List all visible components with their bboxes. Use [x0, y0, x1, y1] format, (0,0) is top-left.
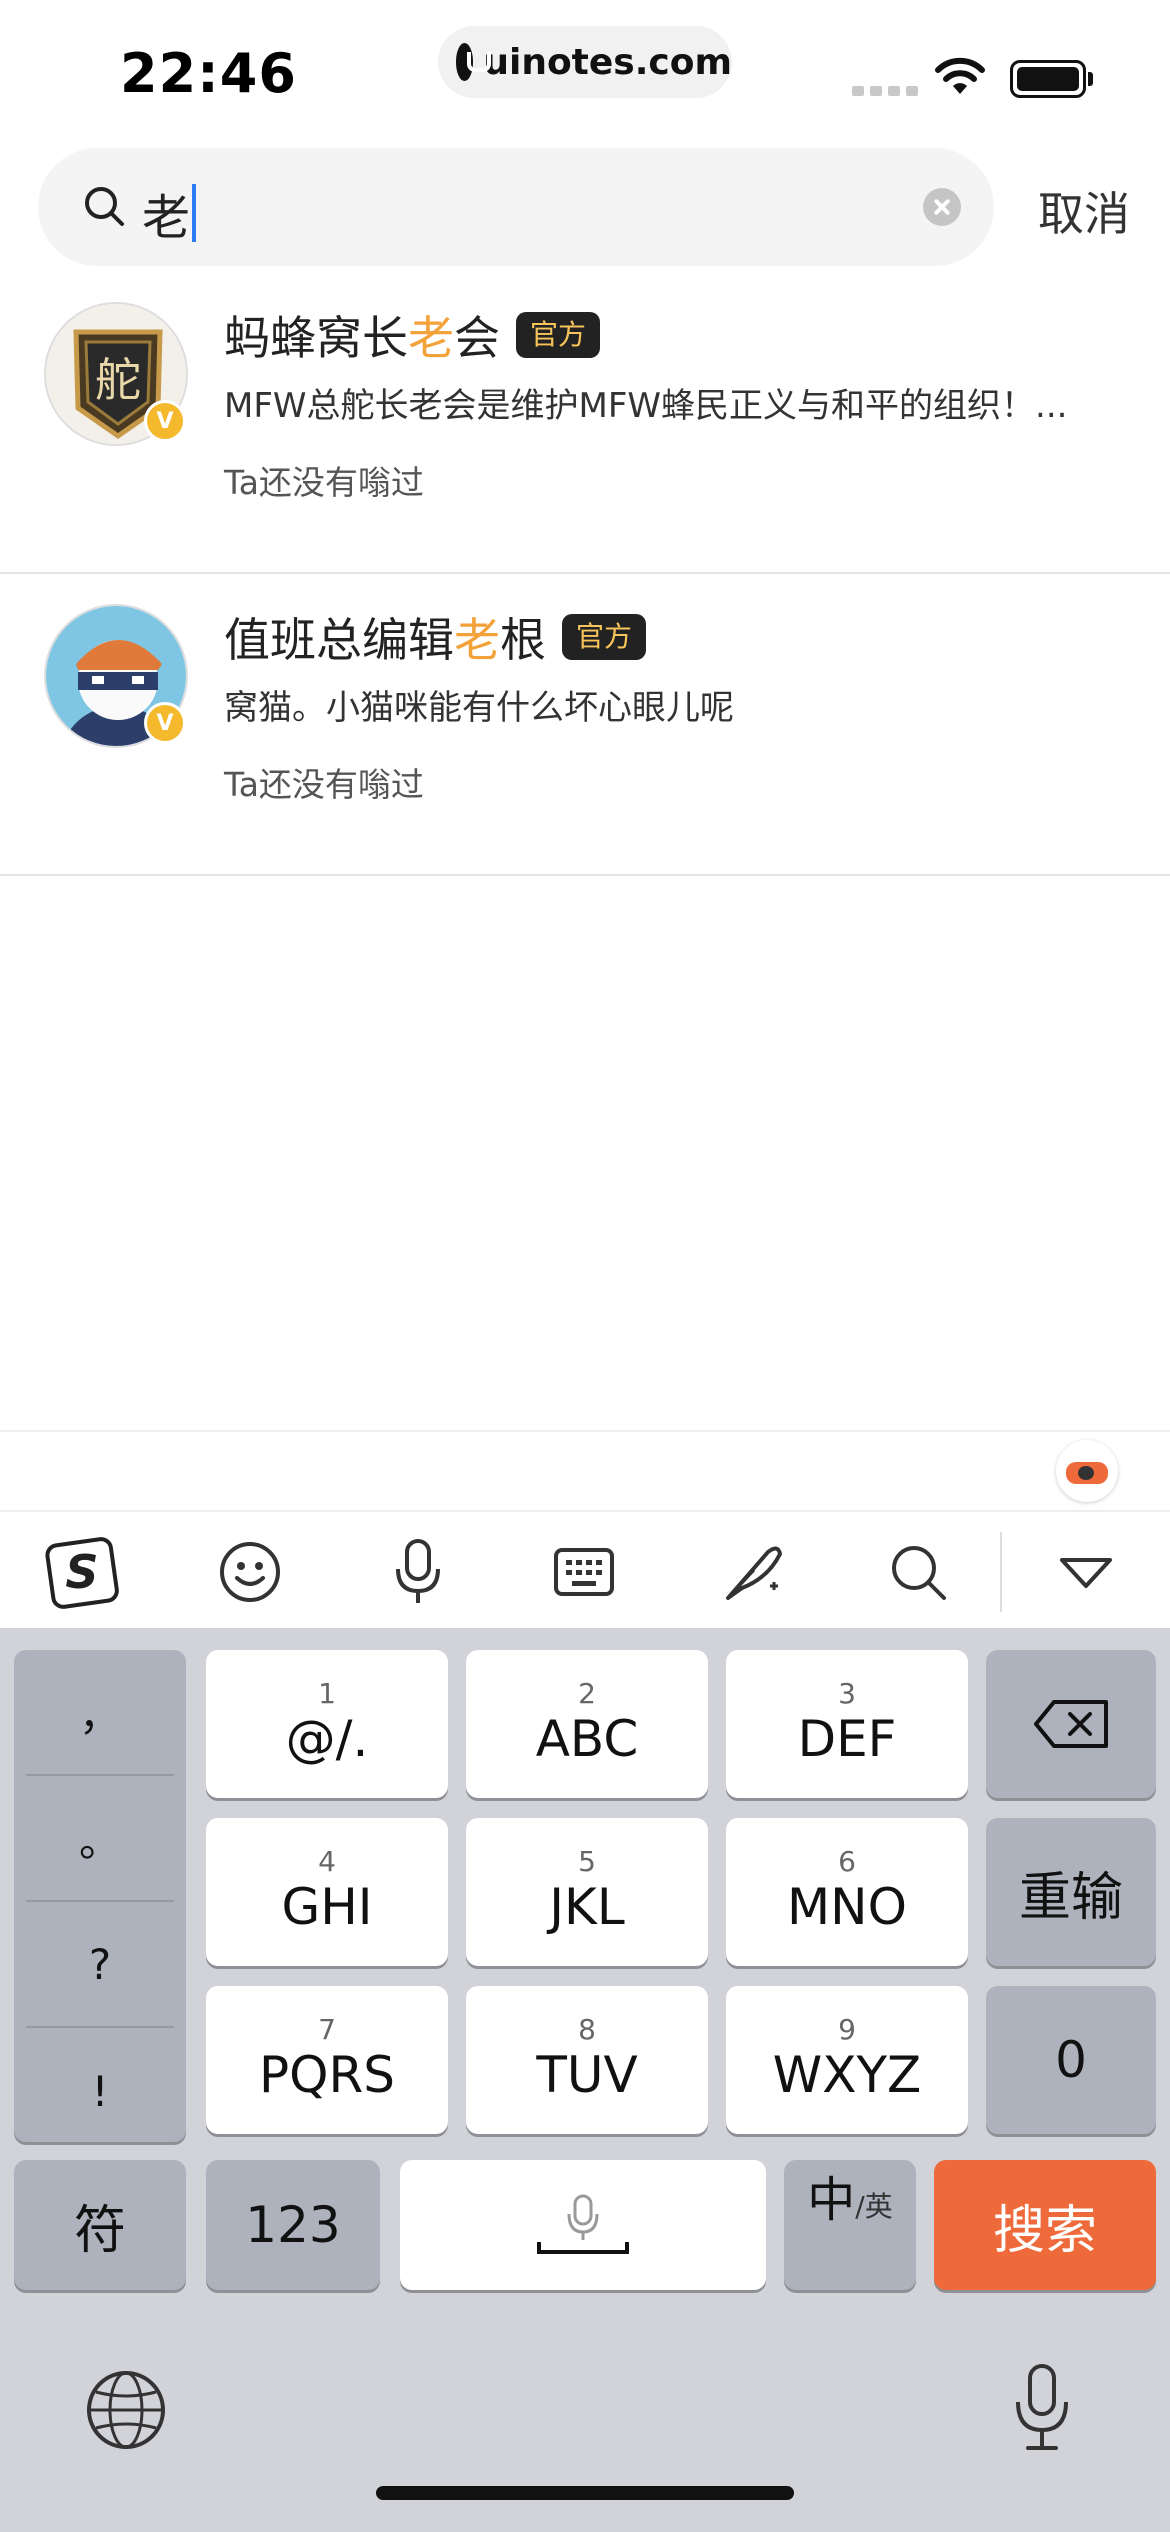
result-description: 窝猫。小猫咪能有什么坏心眼儿呢 — [224, 688, 734, 728]
avatar[interactable]: V — [44, 604, 188, 748]
key-1[interactable]: 1 @/. — [206, 1650, 448, 1798]
wifi-icon — [935, 57, 985, 94]
numeric-key[interactable]: 123 — [206, 2160, 380, 2290]
title-text: 值班总编辑 — [224, 613, 454, 667]
title-text-end: 根 — [500, 613, 546, 667]
cancel-button[interactable]: 取消 — [1038, 178, 1130, 244]
globe-icon[interactable] — [84, 2368, 168, 2456]
title-highlight: 老 — [454, 613, 500, 667]
search-icon[interactable] — [878, 1532, 958, 1612]
clock: 22:46 — [120, 42, 297, 105]
title-text: 蚂蜂窝长 — [224, 311, 408, 365]
search-submit-key[interactable]: 搜索 — [934, 2160, 1156, 2290]
collapse-keyboard-icon[interactable] — [1046, 1532, 1126, 1612]
key-5[interactable]: 5 JKL — [466, 1818, 708, 1966]
key-2[interactable]: 2 ABC — [466, 1650, 708, 1798]
search-query-text: 老 — [142, 190, 191, 246]
key-9[interactable]: 9 WXYZ — [726, 1986, 968, 2134]
clear-icon[interactable] — [923, 188, 961, 226]
sogou-logo-icon[interactable]: S — [42, 1532, 122, 1612]
result-item-1[interactable]: 舵 V 蚂蜂窝长老会 官方 MFW总舵长老会是维护MFW蜂民正义与和平的组织！.… — [0, 274, 1170, 574]
punct-key-comma[interactable]: ， — [26, 1650, 174, 1776]
key-8[interactable]: 8 TUV — [466, 1986, 708, 2134]
svg-text:S: S — [65, 1545, 98, 1599]
verified-badge-icon: V — [144, 702, 186, 744]
backspace-key[interactable] — [986, 1650, 1156, 1798]
search-icon — [85, 187, 124, 226]
key-7[interactable]: 7 PQRS — [206, 1986, 448, 2134]
result-meta: Ta还没有嗡过 — [224, 463, 424, 502]
result-description: MFW总舵长老会是维护MFW蜂民正义与和平的组织！... — [224, 386, 1068, 426]
punct-key-period[interactable]: 。 — [26, 1776, 174, 1902]
title-highlight: 老 — [408, 311, 454, 365]
space-key[interactable] — [400, 2160, 766, 2290]
space-mic-icon — [537, 2194, 629, 2254]
verified-badge-icon: V — [144, 400, 186, 442]
home-indicator[interactable] — [376, 2486, 794, 2500]
search-query: 老 — [142, 178, 197, 248]
result-item-2[interactable]: V 值班总编辑老根 官方 窝猫。小猫咪能有什么坏心眼儿呢 Ta还没有嗡过 — [0, 576, 1170, 876]
emoji-icon[interactable] — [210, 1532, 290, 1612]
voice-input-icon[interactable] — [378, 1532, 458, 1612]
result-title: 值班总编辑老根 官方 — [224, 604, 647, 670]
avatar[interactable]: 舵 V — [44, 302, 188, 446]
url-pill[interactable]: uinotes.com — [438, 26, 732, 98]
language-toggle-key[interactable]: 中/英 — [784, 2160, 916, 2290]
title-text-end: 会 — [454, 311, 500, 365]
punct-key-exclaim[interactable]: ! — [26, 2028, 174, 2154]
punctuation-column: ， 。 ? ! — [14, 1650, 186, 2142]
keyboard: ， 。 ? ! 1 @/. 2 ABC 3 DEF 4 GHI 5 JKL 6 MNO 重输… — [0, 1628, 1170, 2532]
site-logo-icon — [456, 43, 492, 81]
svg-text:舵: 舵 — [95, 353, 141, 407]
handwriting-feather-icon[interactable] — [712, 1532, 792, 1612]
cellular-signal-icon — [852, 86, 918, 96]
search-input[interactable]: 老 — [38, 148, 994, 266]
battery-tip — [1088, 72, 1093, 86]
dictation-mic-icon[interactable] — [1006, 2362, 1078, 2458]
official-tag: 官方 — [562, 614, 647, 660]
divider — [1000, 1532, 1002, 1612]
backspace-icon — [1034, 1700, 1108, 1748]
official-tag: 官方 — [516, 312, 601, 358]
reinput-key[interactable]: 重输 — [986, 1818, 1156, 1966]
status-bar: 22:46 uinotes.com — [0, 0, 1170, 140]
symbol-key[interactable]: 符 — [14, 2160, 186, 2290]
battery-icon — [1010, 60, 1086, 98]
result-title: 蚂蜂窝长老会 官方 — [224, 302, 601, 368]
key-0[interactable]: 0 — [986, 1986, 1156, 2134]
key-3[interactable]: 3 DEF — [726, 1650, 968, 1798]
punct-key-question[interactable]: ? — [26, 1902, 174, 2028]
key-6[interactable]: 6 MNO — [726, 1818, 968, 1966]
mascot-icon[interactable] — [1056, 1440, 1118, 1502]
text-caret — [192, 184, 197, 242]
keyboard-toolbar: S — [0, 1510, 1170, 1628]
key-4[interactable]: 4 GHI — [206, 1818, 448, 1966]
result-meta: Ta还没有嗡过 — [224, 765, 424, 804]
url-text: uinotes.com — [483, 41, 732, 83]
keyboard-icon[interactable] — [544, 1532, 624, 1612]
divider — [0, 1430, 1170, 1432]
